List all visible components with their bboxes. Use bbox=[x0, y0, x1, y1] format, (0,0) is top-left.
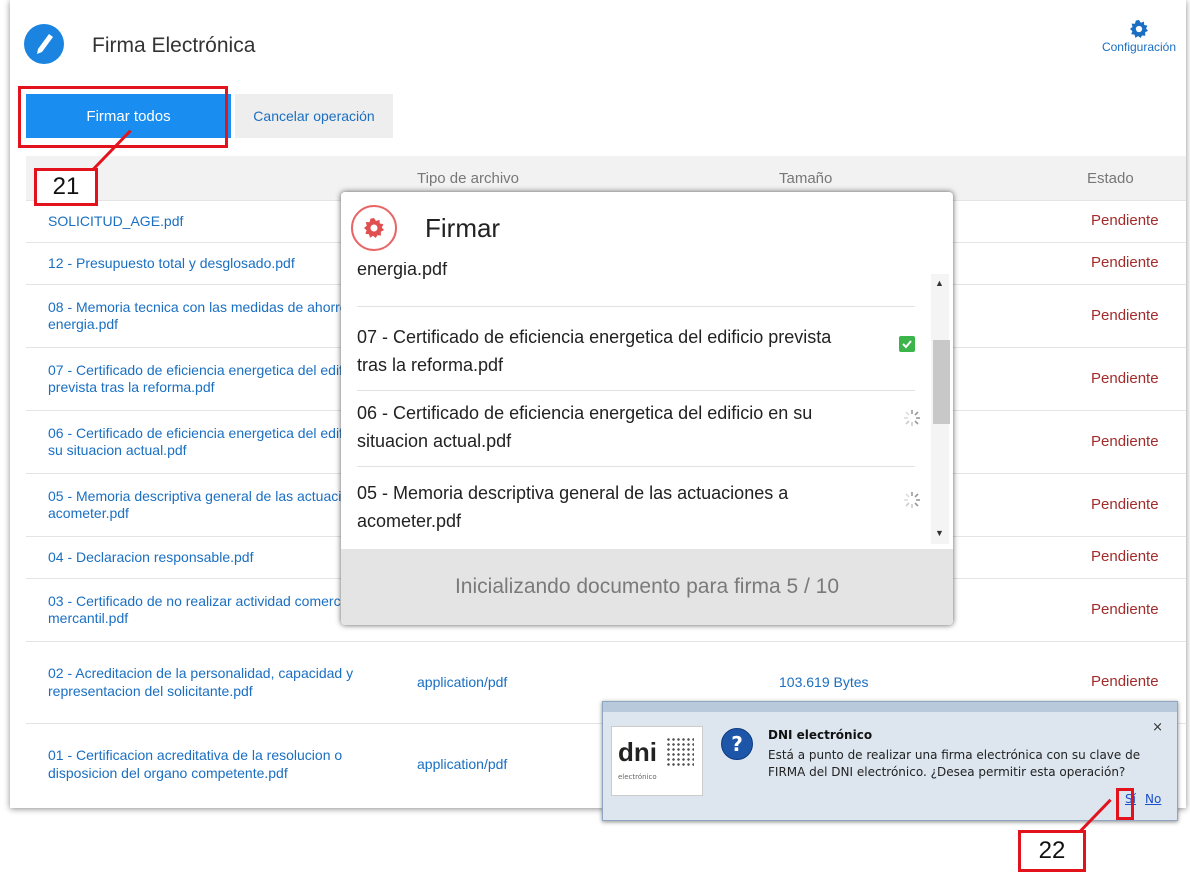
close-icon[interactable]: × bbox=[1152, 720, 1163, 735]
file-link[interactable]: 12 - Presupuesto total y desglosado.pdf bbox=[26, 242, 395, 285]
list-item: 06 - Certificado de eficiencia energetic… bbox=[357, 390, 920, 467]
scroll-up-icon[interactable]: ▲ bbox=[935, 278, 944, 288]
header: Firma Electrónica Configuración bbox=[10, 0, 1186, 86]
dni-logo: dni electrónico bbox=[611, 726, 703, 796]
step-label-22: 22 bbox=[1018, 830, 1086, 872]
modal-scrollbar[interactable]: ▲ ▼ bbox=[931, 274, 950, 544]
highlight-yes bbox=[1116, 788, 1134, 820]
status-badge: Pendiente bbox=[1065, 242, 1186, 285]
cancel-operation-button[interactable]: Cancelar operación bbox=[235, 94, 393, 138]
step-label-21: 21 bbox=[34, 168, 98, 206]
gear-icon bbox=[1130, 20, 1148, 38]
dialog-title: DNI electrónico bbox=[768, 728, 873, 742]
status-badge: Pendiente bbox=[1065, 536, 1186, 579]
dni-logo-text: dni bbox=[618, 737, 657, 767]
status-badge: Pendiente bbox=[1065, 347, 1186, 411]
sign-modal: Firmar energia.pdf 07 - Certificado de e… bbox=[341, 192, 953, 625]
status-badge: Pendiente bbox=[1065, 410, 1186, 474]
status-badge: Pendiente bbox=[1065, 284, 1186, 348]
check-icon bbox=[899, 336, 915, 352]
file-link[interactable]: SOLICITUD_AGE.pdf bbox=[26, 200, 395, 243]
modal-title: Firmar bbox=[425, 213, 501, 243]
modal-progress-status: Inicializando documento para firma 5 / 1… bbox=[341, 549, 953, 625]
list-item: 07 - Certificado de eficiencia energetic… bbox=[357, 314, 915, 391]
dni-dialog: dni electrónico ? DNI electrónico Está a… bbox=[602, 701, 1178, 821]
list-item-label: 07 - Certificado de eficiencia energetic… bbox=[357, 327, 832, 375]
list-item-label: energia.pdf bbox=[357, 262, 448, 279]
status-badge: Pendiente bbox=[1065, 473, 1186, 537]
spinner-icon bbox=[903, 408, 923, 428]
scrollbar-thumb[interactable] bbox=[933, 340, 950, 424]
col-header-status: Estado bbox=[1065, 156, 1186, 201]
file-link[interactable]: 05 - Memoria descriptiva general de las … bbox=[26, 473, 395, 537]
config-label: Configuración bbox=[1101, 40, 1177, 54]
file-link[interactable]: 04 - Declaracion responsable.pdf bbox=[26, 536, 395, 579]
file-link[interactable]: 08 - Memoria tecnica con las medidas de … bbox=[26, 284, 395, 348]
file-link[interactable]: 07 - Certificado de eficiencia energetic… bbox=[26, 347, 395, 411]
config-button[interactable]: Configuración bbox=[1094, 20, 1184, 54]
list-item: energia.pdf bbox=[357, 262, 915, 307]
list-item-label: 06 - Certificado de eficiencia energetic… bbox=[357, 403, 813, 451]
gear-icon bbox=[351, 205, 397, 251]
list-item: 05 - Memoria descriptiva general de las … bbox=[357, 472, 920, 545]
no-link[interactable]: No bbox=[1145, 792, 1161, 806]
file-link[interactable]: 06 - Certificado de eficiencia energetic… bbox=[26, 410, 395, 474]
file-link[interactable]: 01 - Certificacion acreditativa de la re… bbox=[26, 723, 395, 806]
status-badge: Pendiente bbox=[1065, 200, 1186, 243]
modal-document-list[interactable]: energia.pdf 07 - Certificado de eficienc… bbox=[341, 262, 934, 545]
dni-logo-subtext: electrónico bbox=[618, 773, 657, 781]
status-badge: Pendiente bbox=[1065, 578, 1186, 642]
question-icon: ? bbox=[721, 728, 753, 760]
dialog-message: Está a punto de realizar una firma elect… bbox=[768, 748, 1141, 780]
spinner-icon bbox=[903, 490, 923, 510]
dialog-titlebar bbox=[603, 702, 1177, 712]
list-item-label: 05 - Memoria descriptiva general de las … bbox=[357, 483, 789, 531]
app-title: Firma Electrónica bbox=[92, 34, 256, 57]
scroll-down-icon[interactable]: ▼ bbox=[935, 528, 944, 538]
file-link[interactable]: 02 - Acreditacion de la personalidad, ca… bbox=[26, 641, 395, 724]
file-link[interactable]: 03 - Certificado de no realizar activida… bbox=[26, 578, 395, 642]
pen-icon bbox=[24, 24, 64, 64]
dni-logo-dots bbox=[666, 737, 694, 767]
